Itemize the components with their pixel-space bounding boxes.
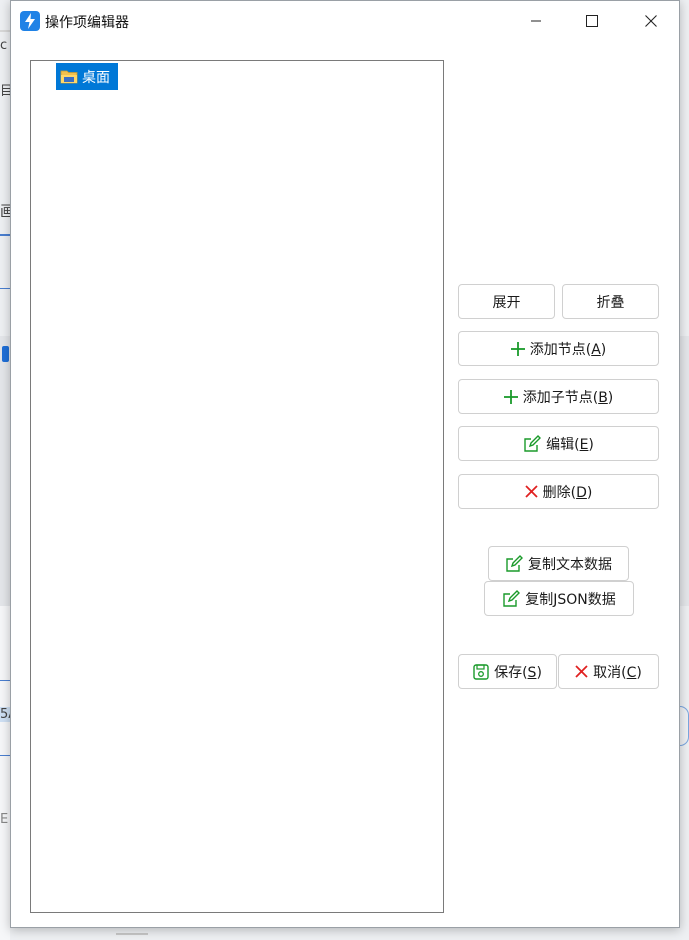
- title-bar[interactable]: 操作项编辑器: [11, 1, 679, 41]
- folder-icon: [60, 69, 78, 84]
- edit-button[interactable]: 编辑(E): [458, 426, 659, 461]
- operation-editor-dialog: 操作项编辑器 桌面 展开 折叠 添加节点(A) 添加子节点(B) 编辑(E) 删…: [10, 0, 680, 928]
- cancel-label: 取消(C): [593, 664, 642, 681]
- cancel-x-icon: [575, 665, 588, 678]
- edit-label: 编辑(E): [546, 436, 594, 453]
- app-icon: [20, 11, 40, 31]
- bg-text-fragment: c: [0, 38, 8, 53]
- edit-icon: [502, 589, 521, 608]
- delete-button[interactable]: 删除(D): [458, 474, 659, 509]
- window-title: 操作项编辑器: [45, 15, 129, 31]
- delete-x-icon: [525, 485, 538, 498]
- bg-text-fragment: E: [0, 812, 9, 827]
- tree-view[interactable]: 桌面: [30, 60, 444, 913]
- expand-button[interactable]: 展开: [458, 284, 555, 319]
- close-button[interactable]: [622, 1, 680, 41]
- close-icon: [645, 15, 657, 27]
- minimize-icon: [531, 20, 541, 22]
- maximize-icon: [586, 15, 598, 27]
- edit-icon: [523, 434, 542, 453]
- maximize-button[interactable]: [563, 1, 621, 41]
- expand-label: 展开: [492, 294, 521, 311]
- tree-node-desktop[interactable]: 桌面: [56, 63, 118, 90]
- plus-icon: [503, 389, 518, 404]
- minimize-button[interactable]: [507, 1, 565, 41]
- copy-json-data-button[interactable]: 复制JSON数据: [484, 581, 634, 616]
- add-node-label: 添加节点(A): [529, 341, 607, 358]
- add-node-button[interactable]: 添加节点(A): [458, 331, 659, 366]
- copy-json-label: 复制JSON数据: [525, 591, 616, 608]
- add-child-label: 添加子节点(B): [522, 389, 614, 406]
- add-child-node-button[interactable]: 添加子节点(B): [458, 379, 659, 414]
- plus-icon: [510, 341, 525, 356]
- save-label: 保存(S): [494, 664, 542, 681]
- save-icon: [473, 663, 489, 680]
- collapse-button[interactable]: 折叠: [562, 284, 659, 319]
- delete-label: 删除(D): [542, 484, 593, 501]
- copy-text-data-button[interactable]: 复制文本数据: [488, 546, 629, 581]
- copy-text-label: 复制文本数据: [528, 556, 612, 573]
- tree-node-label: 桌面: [82, 69, 110, 86]
- save-button[interactable]: 保存(S): [458, 654, 557, 689]
- cancel-button[interactable]: 取消(C): [558, 654, 659, 689]
- collapse-label: 折叠: [596, 294, 625, 311]
- edit-icon: [505, 554, 523, 573]
